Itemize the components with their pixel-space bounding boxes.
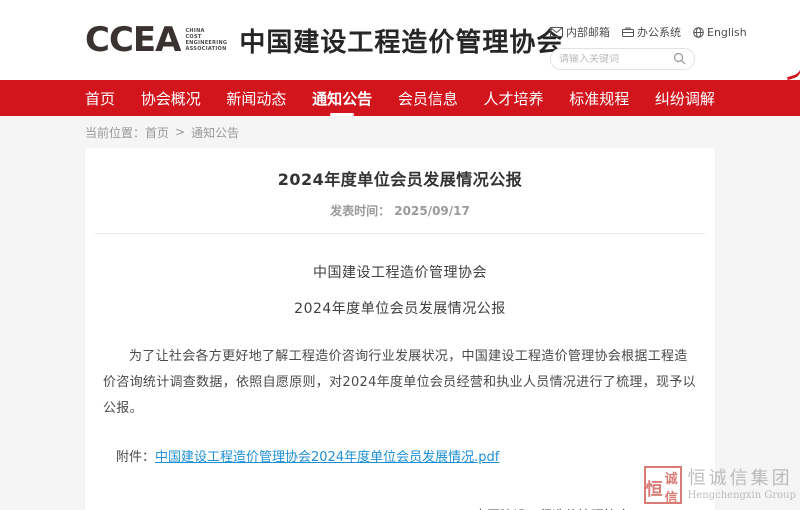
signature-organization: 中国建设工程造价管理协会 <box>474 505 630 510</box>
article-card: 2024年度单位会员发展情况公报 发表时间： 2025/09/17 中国建设工程… <box>85 148 715 510</box>
office-icon <box>622 27 634 37</box>
internal-mail-label: 内部邮箱 <box>566 24 610 40</box>
nav-item-home[interactable]: 首页 <box>85 82 115 115</box>
nav-item-about[interactable]: 协会概况 <box>141 82 201 115</box>
hengchengxin-watermark: 恒 诚 信 恒诚信集团 Hengchengxin Group <box>644 466 796 504</box>
mail-icon <box>550 27 563 37</box>
attachment-row: 附件：中国建设工程造价管理协会2024年度单位会员发展情况.pdf <box>103 446 697 465</box>
english-link[interactable]: English <box>693 26 747 39</box>
office-system-link[interactable]: 办公系统 <box>622 24 681 40</box>
nav-item-news[interactable]: 新闻动态 <box>226 82 286 115</box>
nav-item-standards[interactable]: 标准规程 <box>569 82 629 115</box>
article-body-paragraph: 为了让社会各方更好地了解工程造价咨询行业发展状况，中国建设工程造价管理协会根据工… <box>103 344 697 422</box>
site-header: CCEA CHINA COST ENGINEERING ASSOCIATION … <box>0 0 800 80</box>
breadcrumb-home-link[interactable]: 首页 <box>145 124 169 141</box>
document-org-line: 中国建设工程造价管理协会 <box>95 262 705 282</box>
office-system-label: 办公系统 <box>637 24 681 40</box>
search-icon[interactable] <box>673 50 686 69</box>
ccea-red-swoosh-icon <box>785 67 800 81</box>
title-divider <box>95 233 705 234</box>
watermark-name-en: Hengchengxin Group <box>688 490 796 501</box>
internal-mail-link[interactable]: 内部邮箱 <box>550 24 610 40</box>
header-utility-links: 内部邮箱 办公系统 English <box>550 24 700 40</box>
seal-char: 诚 <box>663 468 680 487</box>
ccea-logo[interactable]: CCEA CHINA COST ENGINEERING ASSOCIATION <box>85 23 227 57</box>
nav-item-notices[interactable]: 通知公告 <box>312 82 372 115</box>
attachment-label: 附件： <box>116 450 155 465</box>
site-title: 中国建设工程造价管理协会 <box>239 22 563 59</box>
breadcrumb-current[interactable]: 通知公告 <box>191 124 239 141</box>
english-label: English <box>707 26 747 39</box>
ccea-tagline: CHINA COST ENGINEERING ASSOCIATION <box>185 28 227 53</box>
attachment-pdf-link[interactable]: 中国建设工程造价管理协会2024年度单位会员发展情况.pdf <box>155 450 499 465</box>
seal-char: 信 <box>663 487 680 506</box>
watermark-name-cn: 恒诚信集团 <box>688 469 796 489</box>
search-box[interactable] <box>550 48 695 70</box>
signature-block: 中国建设工程造价管理协会 2025年9月17日 <box>474 505 630 510</box>
seal-char: 恒 <box>646 468 663 506</box>
article-publish-date: 发表时间： 2025/09/17 <box>95 202 705 219</box>
nav-item-members[interactable]: 会员信息 <box>398 82 458 115</box>
breadcrumb-prefix: 当前位置： <box>85 124 145 141</box>
tagline-line: ASSOCIATION <box>185 46 227 52</box>
nav-item-training[interactable]: 人才培养 <box>484 82 544 115</box>
globe-icon <box>693 27 704 38</box>
document-title-line: 2024年度单位会员发展情况公报 <box>95 298 705 318</box>
breadcrumb-separator: > <box>175 125 185 139</box>
main-nav: 首页 协会概况 新闻动态 通知公告 会员信息 人才培养 标准规程 纠纷调解 <box>0 80 800 116</box>
search-input[interactable] <box>559 54 673 65</box>
ccea-wordmark: CCEA <box>85 23 180 57</box>
article-title: 2024年度单位会员发展情况公报 <box>95 166 705 190</box>
hengchengxin-seal-icon: 恒 诚 信 <box>644 466 682 504</box>
nav-item-dispute[interactable]: 纠纷调解 <box>655 82 715 115</box>
watermark-text: 恒诚信集团 Hengchengxin Group <box>688 469 796 501</box>
breadcrumb: 当前位置： 首页 > 通知公告 <box>0 116 800 148</box>
